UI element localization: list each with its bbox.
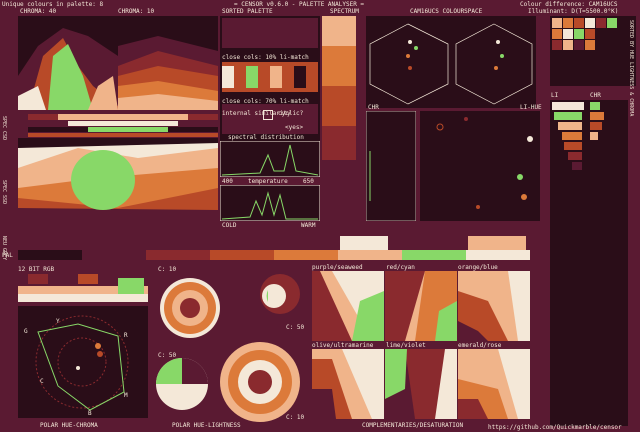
hue-c: C <box>40 378 44 385</box>
hue-b: B <box>88 410 92 417</box>
hue-r: R <box>124 332 128 339</box>
sorted-by-label: SORTED BY HUE LIGHTNESS & CHROMA <box>628 20 634 117</box>
chr-label: CHR <box>368 104 379 111</box>
temperature-label: temperature <box>248 178 288 185</box>
close-cols-10: close cols: 10% li-match <box>222 54 309 61</box>
spec-max: 650 <box>303 178 314 185</box>
illuminant-label: Illuminant: D(T=5500.0°K) <box>528 8 619 15</box>
polar-hue-chroma-label: POLAR HUE-CHROMA <box>40 422 98 429</box>
app-root: Unique colours in palette: 8 CHROMA: 10 … <box>0 0 640 432</box>
sorted-palette-label: SORTED PALETTE <box>222 8 273 15</box>
palette-strip <box>18 236 530 260</box>
li-chr-ladders <box>550 100 628 426</box>
temperature-plot <box>220 185 320 221</box>
pair-red-cyan: red/cyan <box>386 264 415 271</box>
cam16-colourspace <box>366 16 536 108</box>
bit-rgb-plot <box>18 272 148 302</box>
li-hue-plot <box>420 111 540 221</box>
complementary-lime-violet <box>385 349 457 419</box>
spec-ssd-plot <box>18 138 218 218</box>
spec-bars <box>28 114 218 137</box>
complementaries-label: COMPLEMENTARIES/DESATURATION <box>362 422 464 429</box>
right-palette-grid <box>550 16 636 86</box>
pair-orange-blue: orange/blue <box>458 264 498 271</box>
polar-hue-lightness-plot <box>156 274 300 422</box>
chroma-10-plot <box>118 16 218 110</box>
colour-difference-label: Colour difference: CAM16UCS <box>520 1 618 8</box>
pair-purple-seaweed: purple/seaweed <box>312 264 363 271</box>
hue-y: Y <box>56 318 60 325</box>
cyclic-label: cyclic? <box>278 110 304 117</box>
complementary-emerald-rose <box>458 349 530 419</box>
li-label: LI <box>551 92 559 99</box>
cold-label: COLD <box>222 222 237 229</box>
complementary-red-cyan <box>385 271 457 341</box>
pal-label: PAL <box>2 252 13 259</box>
pair-olive-ultramarine: olive/ultramarine <box>312 342 374 349</box>
spec-ssd-label: SPEC SSD <box>1 180 7 205</box>
spec-min: 400 <box>222 178 233 185</box>
spectrum-label: SPECTRUM <box>330 8 359 15</box>
chroma-left-label: CHROMA: 40 <box>20 8 57 15</box>
polar-hue-lightness-label: POLAR HUE-LIGHTNESS <box>172 422 241 429</box>
spectral-distribution-plot <box>220 141 320 177</box>
warm-label: WARM <box>301 222 316 229</box>
chr-plot <box>366 111 416 221</box>
unique-colours-label: Unique colours in palette: 8 <box>2 1 104 8</box>
github-link[interactable]: https://github.com/Quickmarble/censor <box>488 424 622 431</box>
chroma-40-plot <box>18 16 118 110</box>
complementary-orange-blue <box>458 271 530 341</box>
close-cols-70: close cols: 70% li-match <box>222 98 309 105</box>
spectrum-bar <box>322 16 356 160</box>
pair-emerald-rose: emerald/rose <box>458 342 502 349</box>
cyclic-value[interactable]: <yes> <box>285 124 303 131</box>
spectral-distribution-label: spectral distribution <box>228 134 304 141</box>
chr2-label: CHR <box>590 92 601 99</box>
cyclic-check[interactable] <box>263 110 273 120</box>
complementary-olive-ultramarine <box>312 349 384 419</box>
hue-m: M <box>124 392 128 399</box>
li-hue-label: LI-HUE <box>520 104 542 111</box>
pair-lime-violet: lime/violet <box>386 342 426 349</box>
hue-g: G <box>24 328 28 335</box>
complementary-purple-seaweed <box>312 271 384 341</box>
cam16-label: CAM16UCS COLOURSPACE <box>410 8 483 15</box>
app-title: = CENSOR v0.6.0 - PALETTE ANALYSER = <box>234 1 365 8</box>
spec-csd-label: SPEC CSD <box>1 116 7 141</box>
polar-hue-chroma-plot <box>18 306 148 418</box>
chroma-top-label: CHROMA: 10 <box>118 8 155 15</box>
